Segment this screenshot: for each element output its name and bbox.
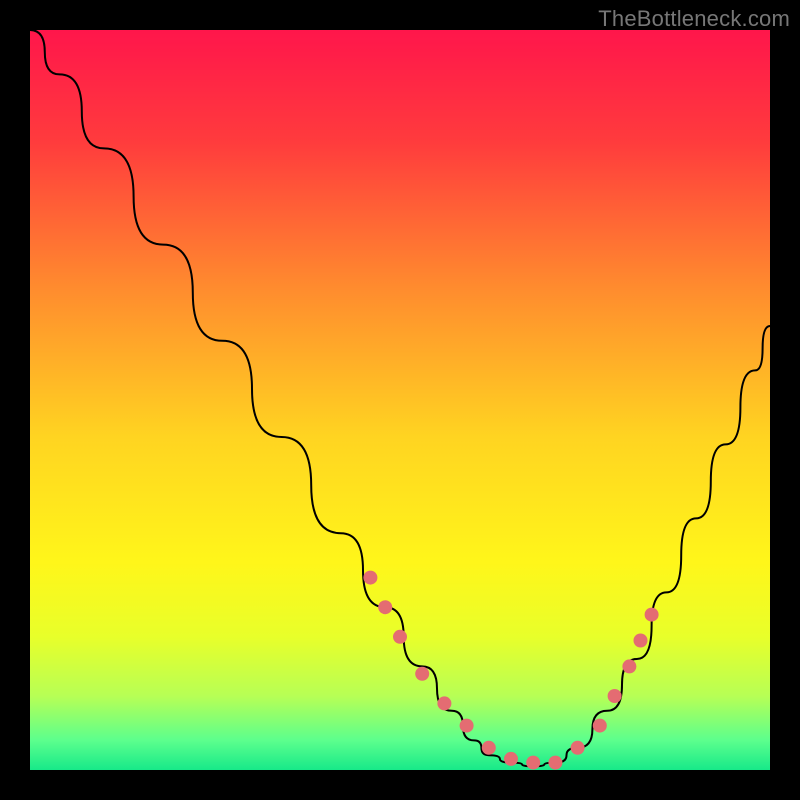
highlight-dot — [634, 634, 648, 648]
chart-stage: TheBottleneck.com — [0, 0, 800, 800]
plot-area — [30, 30, 770, 770]
highlight-dot — [526, 756, 540, 770]
bottleneck-curve — [30, 30, 770, 770]
curve-path — [30, 30, 770, 766]
highlight-dots — [363, 571, 658, 770]
highlight-dot — [548, 756, 562, 770]
highlight-dot — [437, 696, 451, 710]
highlight-dot — [622, 659, 636, 673]
highlight-dot — [504, 752, 518, 766]
highlight-dot — [608, 689, 622, 703]
highlight-dot — [378, 600, 392, 614]
highlight-dot — [363, 571, 377, 585]
highlight-dot — [645, 608, 659, 622]
highlight-dot — [393, 630, 407, 644]
highlight-dot — [593, 719, 607, 733]
watermark: TheBottleneck.com — [598, 6, 790, 32]
highlight-dot — [571, 741, 585, 755]
highlight-dot — [415, 667, 429, 681]
highlight-dot — [460, 719, 474, 733]
highlight-dot — [482, 741, 496, 755]
